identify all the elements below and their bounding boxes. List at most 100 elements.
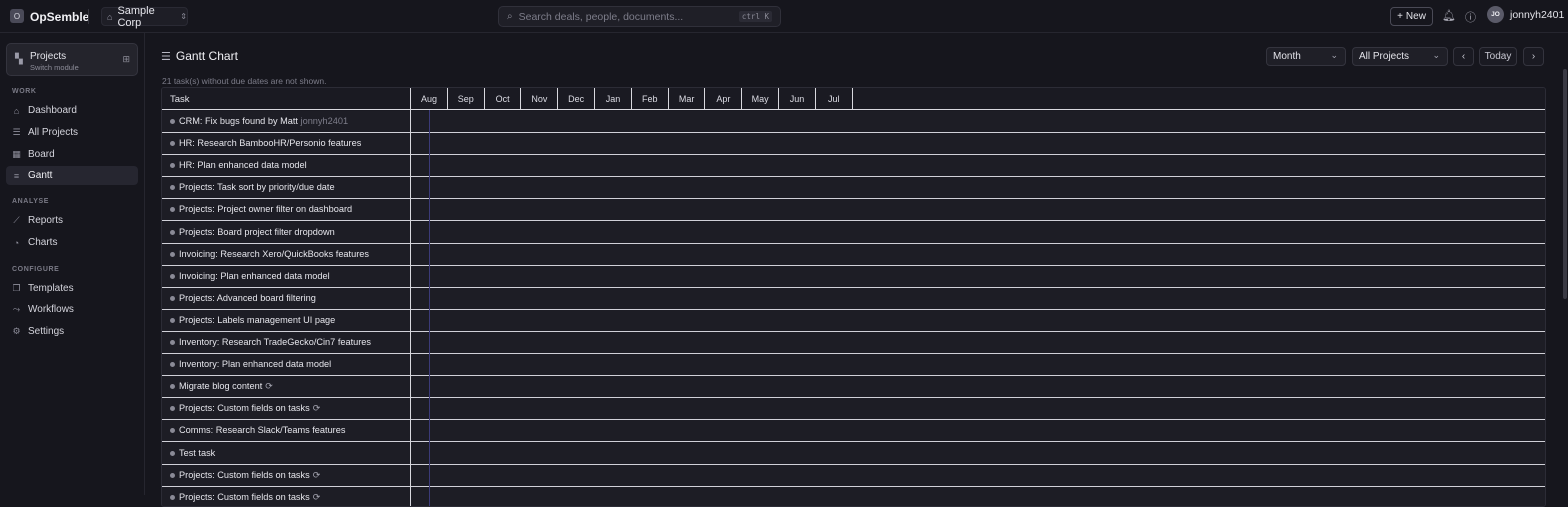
month-header-nov: Nov — [520, 88, 557, 110]
task-title[interactable]: Inventory: Research TradeGecko/Cin7 feat… — [179, 337, 371, 347]
sidebar-item-charts[interactable]: ◔ Charts — [6, 233, 138, 252]
table-row[interactable]: HR: Research BambooHR/Personio features — [162, 133, 1545, 156]
top-bar: O OpSemble ⌂ Sample Corp ⇕ ⌕ Search deal… — [0, 0, 1568, 33]
today-button[interactable]: Today — [1479, 47, 1517, 66]
sidebar-item-gantt[interactable]: ≡ Gantt — [6, 166, 138, 185]
task-title[interactable]: Projects: Labels management UI page — [179, 315, 335, 325]
table-row[interactable]: Test task — [162, 442, 1545, 465]
module-title: Projects — [30, 51, 67, 62]
month-header-edge — [851, 88, 853, 110]
sidebar-item-reports[interactable]: ⟋ Reports — [6, 211, 138, 230]
task-title[interactable]: Invoicing: Research Xero/QuickBooks feat… — [179, 249, 369, 259]
bell-icon[interactable]: 🔔︎ — [1442, 9, 1456, 22]
divider — [88, 9, 89, 24]
section-label-configure: CONFIGURE — [12, 266, 60, 273]
task-title[interactable]: Projects: Custom fields on tasks ⟳ — [179, 492, 320, 503]
month-header-jan: Jan — [594, 88, 631, 110]
task-title[interactable]: Comms: Research Slack/Teams features — [179, 425, 345, 435]
table-row[interactable]: Projects: Custom fields on tasks ⟳ — [162, 398, 1545, 421]
gantt-icon: ≡ — [13, 170, 20, 181]
task-title[interactable]: Projects: Custom fields on tasks ⟳ — [179, 470, 320, 481]
hidden-tasks-notice: 21 task(s) without due dates are not sho… — [162, 76, 327, 86]
project-select[interactable]: All Projects ⌄ — [1352, 47, 1448, 66]
settings-icon: ⚙ — [12, 326, 21, 336]
prev-button[interactable]: ‹ — [1453, 47, 1474, 66]
table-row[interactable]: Projects: Labels management UI page — [162, 309, 1545, 332]
scrollbar[interactable] — [1563, 69, 1567, 299]
sidebar-item-label: All Projects — [28, 127, 79, 138]
project-select-value: All Projects — [1359, 51, 1410, 62]
module-subtitle: Switch module — [30, 63, 79, 72]
table-row[interactable]: Projects: Project owner filter on dashbo… — [162, 199, 1545, 222]
sidebar-item-board[interactable]: ▦ Board — [6, 145, 138, 164]
table-row[interactable]: Invoicing: Plan enhanced data model — [162, 265, 1545, 288]
today-marker — [429, 110, 430, 506]
status-dot — [170, 362, 175, 368]
sidebar-item-dashboard[interactable]: ⌂ Dashboard — [6, 101, 138, 120]
sidebar-item-templates[interactable]: ❐ Templates — [6, 279, 138, 298]
task-title[interactable]: Projects: Task sort by priority/due date — [179, 182, 335, 192]
table-row[interactable]: Migrate blog content ⟳ — [162, 376, 1545, 399]
status-dot — [170, 428, 175, 434]
table-row[interactable]: Inventory: Plan enhanced data model — [162, 354, 1545, 377]
board-icon: ▦ — [12, 149, 21, 159]
task-title[interactable]: CRM: Fix bugs found by Matt jonnyh2401 — [179, 116, 348, 126]
task-title[interactable]: Migrate blog content ⟳ — [179, 381, 273, 392]
table-row[interactable]: CRM: Fix bugs found by Matt jonnyh2401 — [162, 111, 1545, 133]
sidebar-item-settings[interactable]: ⚙ Settings — [6, 322, 138, 341]
app-name[interactable]: OpSemble — [30, 10, 89, 24]
dashboard-icon: ⌂ — [13, 105, 20, 116]
view-select[interactable]: Month ⌄ — [1266, 47, 1346, 66]
table-row[interactable]: Invoicing: Research Xero/QuickBooks feat… — [162, 243, 1545, 266]
search-icon: ⌕ — [507, 11, 513, 22]
status-dot — [170, 295, 175, 301]
org-switcher-button[interactable]: ⌂ Sample Corp ⇕ — [101, 4, 188, 29]
recurring-icon: ⟳ — [312, 491, 321, 502]
table-row[interactable]: HR: Plan enhanced data model — [162, 155, 1545, 178]
table-row[interactable]: Projects: Advanced board filtering — [162, 287, 1545, 310]
grid-icon: ⊞ — [122, 54, 130, 64]
task-title[interactable]: HR: Research BambooHR/Personio features — [179, 138, 361, 148]
task-title[interactable]: Projects: Advanced board filtering — [179, 293, 316, 303]
new-button[interactable]: + New — [1390, 7, 1433, 26]
app-logo[interactable]: O — [10, 9, 24, 23]
month-header-dec: Dec — [557, 88, 594, 110]
task-title[interactable]: Projects: Board project filter dropdown — [179, 227, 335, 237]
module-switcher[interactable]: ▚ Projects Switch module ⊞ — [6, 43, 138, 76]
table-row[interactable]: Projects: Task sort by priority/due date — [162, 177, 1545, 200]
status-dot — [170, 340, 175, 345]
table-row[interactable]: Projects: Custom fields on tasks ⟳ — [162, 464, 1545, 487]
table-row[interactable]: Comms: Research Slack/Teams features — [162, 420, 1545, 443]
task-title[interactable]: Test task — [179, 448, 215, 458]
search-input[interactable]: ⌕ Search deals, people, documents... ctr… — [498, 6, 781, 27]
table-row[interactable]: Projects: Board project filter dropdown — [162, 221, 1545, 244]
next-button[interactable]: › — [1523, 47, 1544, 66]
task-title[interactable]: Projects: Project owner filter on dashbo… — [179, 204, 352, 214]
user-name: jonnyh2401 — [1510, 8, 1565, 21]
org-name: Sample Corp — [117, 4, 155, 29]
user-menu-button[interactable]: JO jonnyh2401 — [1487, 6, 1564, 23]
search-shortcut: ctrl K — [738, 11, 772, 22]
sidebar-item-label: Dashboard — [28, 105, 77, 116]
task-title[interactable]: Inventory: Plan enhanced data model — [179, 359, 331, 369]
plus-icon: + — [1397, 11, 1403, 22]
table-row[interactable]: Projects: Custom fields on tasks ⟳ — [162, 486, 1545, 506]
status-dot — [170, 494, 175, 500]
section-label-work: WORK — [12, 88, 37, 95]
sidebar-item-label: Board — [28, 149, 55, 160]
today-button-label: Today — [1484, 51, 1512, 62]
task-title[interactable]: Projects: Custom fields on tasks ⟳ — [179, 403, 320, 414]
sidebar-item-all-projects[interactable]: ☰ All Projects — [6, 123, 138, 142]
main-content: ☰ Gantt Chart Month ⌄ All Projects ⌄ ‹ T… — [146, 33, 1568, 507]
building-icon: ⌂ — [107, 11, 113, 22]
month-header-may: May — [741, 88, 778, 110]
task-title[interactable]: HR: Plan enhanced data model — [179, 160, 307, 170]
chevron-down-icon: ⌄ — [1330, 50, 1338, 60]
table-row[interactable]: Inventory: Research TradeGecko/Cin7 feat… — [162, 332, 1545, 354]
task-title[interactable]: Invoicing: Plan enhanced data model — [179, 271, 330, 281]
help-icon[interactable]: ⓘ — [1465, 9, 1476, 25]
status-dot — [170, 317, 175, 323]
reports-icon: ⟋ — [13, 215, 20, 225]
sidebar-item-workflows[interactable]: ⤳ Workflows — [6, 300, 138, 319]
task-column-header: Task — [170, 94, 190, 105]
